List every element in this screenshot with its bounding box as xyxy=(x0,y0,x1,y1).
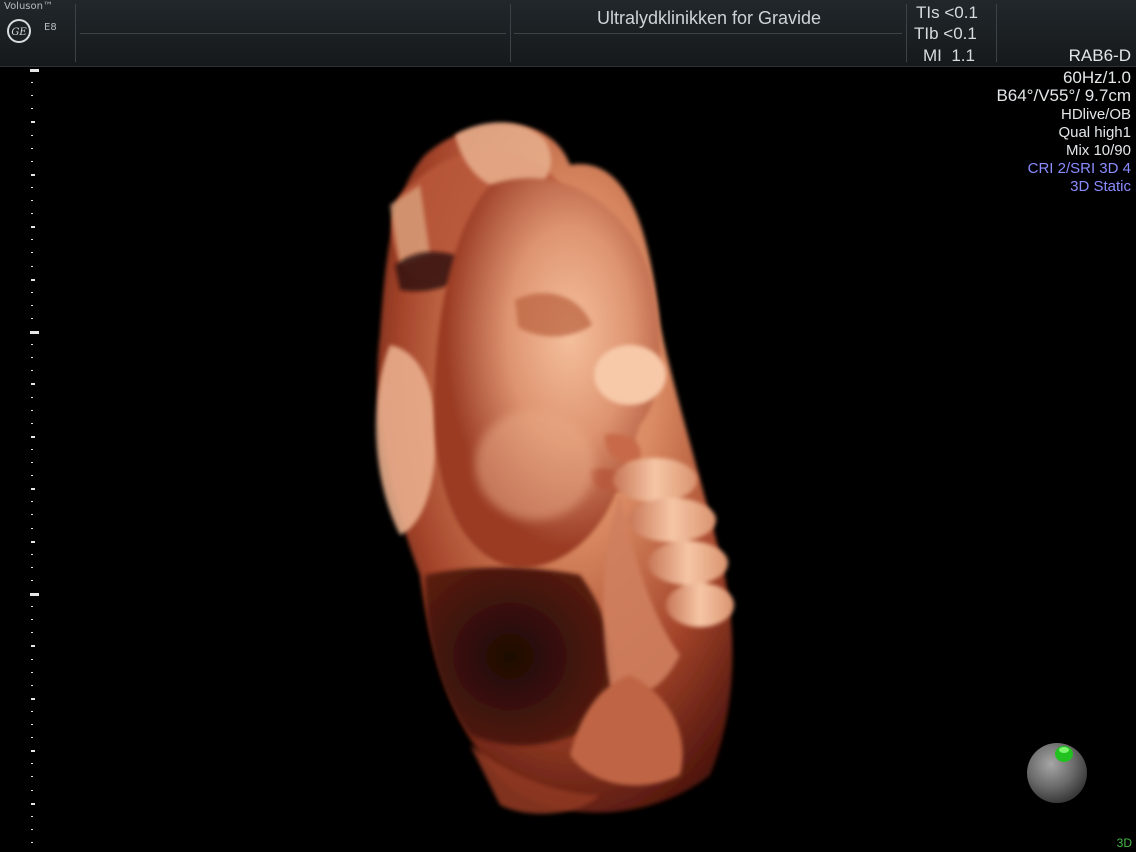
nose xyxy=(594,345,666,405)
depth-tick xyxy=(31,435,35,438)
depth-tick xyxy=(31,828,33,830)
depth-tick xyxy=(31,841,33,843)
depth-tick xyxy=(31,750,35,753)
geometry-label: B64°/V55°/ 9.7cm xyxy=(996,86,1131,105)
depth-tick xyxy=(31,501,33,503)
depth-tick xyxy=(31,108,33,110)
header-divider xyxy=(75,4,76,62)
depth-tick xyxy=(31,265,33,267)
depth-tick xyxy=(31,579,33,581)
depth-tick xyxy=(31,448,33,450)
depth-tick xyxy=(31,619,33,621)
depth-tick xyxy=(31,409,33,411)
depth-tick xyxy=(31,671,33,673)
depth-tick xyxy=(31,226,35,229)
depth-tick xyxy=(31,776,33,778)
depth-tick xyxy=(31,763,33,765)
depth-tick xyxy=(31,462,33,463)
depth-tick xyxy=(31,815,33,817)
depth-tick xyxy=(31,710,33,712)
cheek xyxy=(475,410,595,520)
model-label: E8 xyxy=(44,22,57,33)
depth-tick xyxy=(31,475,33,477)
depth-tick xyxy=(31,213,33,215)
frame-rate-label: 60Hz/1.0 xyxy=(1062,68,1131,87)
depth-tick xyxy=(31,527,33,529)
depth-tick xyxy=(31,553,33,555)
header-divider xyxy=(906,4,907,62)
depth-tick xyxy=(31,684,33,686)
depth-tick xyxy=(31,252,33,254)
depth-tick xyxy=(31,724,33,725)
depth-tick xyxy=(31,540,35,543)
depth-tick xyxy=(31,121,35,124)
corner-mode-label: 3D xyxy=(1116,836,1132,850)
depth-tick xyxy=(31,370,33,372)
depth-tick xyxy=(31,802,35,805)
depth-tick xyxy=(31,147,33,149)
finger xyxy=(648,541,728,585)
depth-tick xyxy=(31,291,33,293)
depth-tick xyxy=(31,396,33,398)
probe-label: RAB6-D xyxy=(1068,46,1131,65)
depth-tick xyxy=(31,95,33,97)
depth-tick xyxy=(30,331,39,334)
depth-tick xyxy=(31,658,33,660)
header-rule xyxy=(514,33,902,34)
header-divider xyxy=(996,4,997,62)
fetal-3d-render xyxy=(376,122,734,814)
mode-label: 3D Static xyxy=(1070,178,1131,195)
depth-tick xyxy=(31,186,33,188)
depth-tick xyxy=(31,422,33,424)
depth-tick xyxy=(31,789,33,791)
brand-label: Voluson™ xyxy=(4,1,53,12)
quality-label: Qual high1 xyxy=(1058,124,1131,141)
depth-tick xyxy=(31,737,33,739)
depth-tick xyxy=(31,606,33,608)
preset-label: HDlive/OB xyxy=(1060,106,1131,123)
depth-tick xyxy=(31,82,33,84)
depth-tick xyxy=(31,200,33,201)
finger xyxy=(613,458,697,502)
finger xyxy=(628,498,716,542)
finger xyxy=(666,583,734,627)
depth-tick xyxy=(30,69,39,72)
mix-label: Mix 10/90 xyxy=(1065,142,1131,159)
clinic-title: Ultralydklinikken for Gravide xyxy=(596,8,822,28)
depth-tick xyxy=(31,632,33,634)
ultrasound-screen: Voluson™ GE E8 Ultralydklinikken for Gra… xyxy=(0,0,1136,852)
tis-readout: TIs <0.1 xyxy=(916,3,978,22)
depth-tick xyxy=(31,645,35,648)
depth-tick xyxy=(31,239,33,241)
header-divider xyxy=(510,4,511,62)
depth-tick xyxy=(31,488,35,491)
depth-tick xyxy=(31,304,33,306)
header-bar: Voluson™ GE E8 Ultralydklinikken for Gra… xyxy=(0,0,1136,67)
depth-tick xyxy=(31,160,33,162)
depth-tick xyxy=(31,514,33,516)
orientation-ball-icon[interactable] xyxy=(1024,740,1090,806)
mi-readout: MI 1.1 xyxy=(923,46,975,65)
depth-tick xyxy=(31,173,35,176)
depth-tick xyxy=(30,593,39,596)
svg-text:GE: GE xyxy=(11,27,27,38)
depth-tick xyxy=(31,357,33,359)
depth-tick xyxy=(31,317,33,319)
depth-scale xyxy=(0,66,60,852)
cri-sri-label: CRI 2/SRI 3D 4 xyxy=(1027,160,1131,177)
depth-tick xyxy=(31,383,35,386)
depth-tick xyxy=(31,278,35,281)
tib-readout: TIb <0.1 xyxy=(914,24,977,43)
depth-tick xyxy=(31,344,33,346)
header-rule xyxy=(80,33,506,34)
ge-logo-icon: GE xyxy=(7,19,31,43)
depth-tick xyxy=(31,697,35,700)
depth-tick xyxy=(31,566,33,568)
depth-tick xyxy=(31,134,33,136)
